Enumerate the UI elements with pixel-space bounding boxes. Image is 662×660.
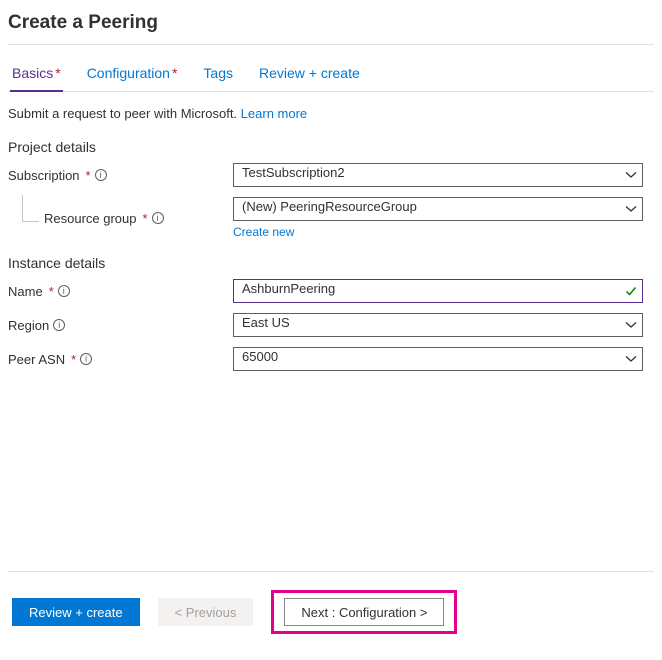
required-marker: * (49, 284, 54, 299)
name-input[interactable]: AshburnPeering (233, 279, 643, 303)
row-region: Region i East US (8, 313, 654, 337)
info-icon[interactable]: i (58, 285, 70, 297)
tab-configuration[interactable]: Configuration* (85, 57, 180, 91)
divider (8, 44, 654, 45)
peer-asn-select[interactable]: 65000 (233, 347, 643, 371)
review-create-button[interactable]: Review + create (12, 598, 140, 626)
tabs: Basics* Configuration* Tags Review + cre… (8, 57, 654, 92)
label-region: Region (8, 318, 49, 333)
subscription-select[interactable]: TestSubscription2 (233, 163, 643, 187)
info-icon[interactable]: i (53, 319, 65, 331)
peer-asn-value: 65000 (233, 347, 643, 371)
tab-basics[interactable]: Basics* (10, 57, 63, 91)
resource-group-select[interactable]: (New) PeeringResourceGroup (233, 197, 643, 221)
tab-review[interactable]: Review + create (257, 57, 362, 91)
row-peer-asn: Peer ASN * i 65000 (8, 347, 654, 371)
label-name: Name (8, 284, 43, 299)
required-marker: * (71, 352, 76, 367)
info-icon[interactable]: i (80, 353, 92, 365)
footer: Review + create < Previous Next : Config… (8, 572, 654, 652)
info-icon[interactable]: i (152, 212, 164, 224)
region-value: East US (233, 313, 643, 337)
row-subscription: Subscription * i TestSubscription2 (8, 163, 654, 187)
required-marker: * (55, 65, 60, 81)
section-instance-details: Instance details (8, 255, 654, 271)
create-new-link[interactable]: Create new (233, 225, 294, 239)
section-project-details: Project details (8, 139, 654, 155)
tab-label: Tags (203, 65, 233, 81)
tab-label: Review + create (259, 65, 360, 81)
tab-label: Basics (12, 65, 53, 81)
intro-text: Submit a request to peer with Microsoft.… (8, 106, 654, 121)
row-resource-group: Resource group * i (New) PeeringResource… (8, 197, 654, 239)
required-marker: * (172, 65, 177, 81)
resource-group-value: (New) PeeringResourceGroup (233, 197, 643, 221)
tab-tags[interactable]: Tags (201, 57, 235, 91)
required-marker: * (143, 211, 148, 226)
intro-body: Submit a request to peer with Microsoft. (8, 106, 237, 121)
label-peer-asn: Peer ASN (8, 352, 65, 367)
learn-more-link[interactable]: Learn more (241, 106, 307, 121)
label-subscription: Subscription (8, 168, 80, 183)
highlight-box: Next : Configuration > (271, 590, 457, 634)
tab-label: Configuration (87, 65, 170, 81)
row-name: Name * i AshburnPeering (8, 279, 654, 303)
next-button[interactable]: Next : Configuration > (284, 598, 444, 626)
subscription-value: TestSubscription2 (233, 163, 643, 187)
label-resource-group: Resource group (44, 211, 137, 226)
required-marker: * (86, 168, 91, 183)
info-icon[interactable]: i (95, 169, 107, 181)
page-title: Create a Peering (8, 12, 654, 34)
region-select[interactable]: East US (233, 313, 643, 337)
previous-button[interactable]: < Previous (158, 598, 254, 626)
